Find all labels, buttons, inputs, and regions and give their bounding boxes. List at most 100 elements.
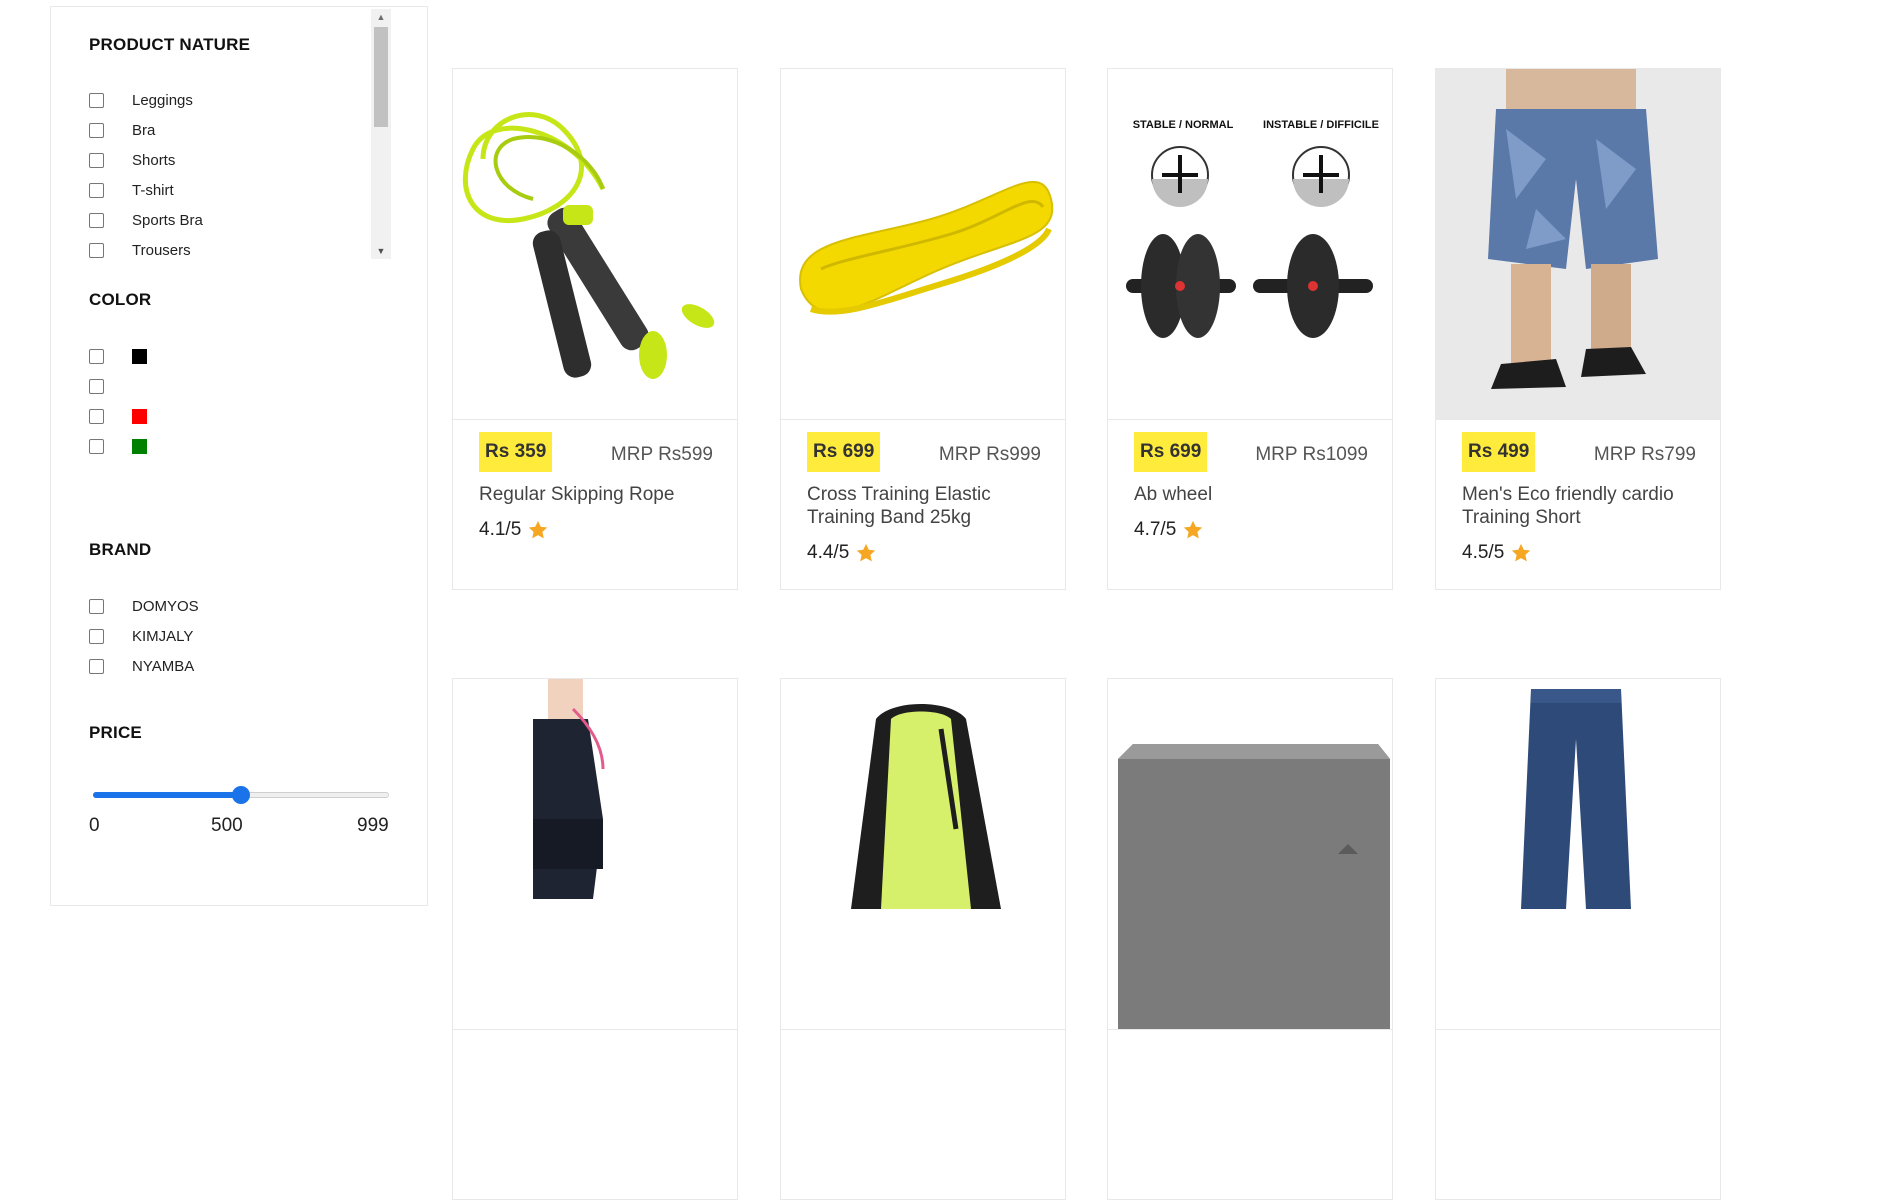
product-card[interactable]: Rs 359 MRP Rs599 Regular Skipping Rope 4… [452, 68, 738, 590]
filter-option-trousers[interactable]: Trousers [89, 235, 203, 261]
filter-option-label: Trousers [132, 241, 191, 259]
product-rating: 4.7/5 [1134, 519, 1204, 541]
sale-price-badge: Rs 499 [1462, 432, 1536, 472]
product-nature-title: PRODUCT NATURE [89, 35, 251, 54]
filter-option-label: Sports Bra [132, 211, 203, 229]
tshirt-checkbox[interactable] [89, 182, 104, 198]
trousers-image[interactable] [1436, 679, 1720, 1030]
color-option-white[interactable] [89, 371, 147, 401]
price-current-label: 500 [211, 815, 243, 836]
image-caption-left: STABLE / NORMAL [1133, 119, 1234, 131]
woman-belt-image[interactable] [453, 679, 737, 1030]
shorts-image[interactable] [1436, 69, 1720, 420]
brand-option-label: NYAMBA [132, 657, 195, 675]
sale-price-badge: Rs 699 [807, 432, 881, 472]
scroll-up-arrow-icon[interactable]: ▲ [371, 9, 391, 25]
rating-value: 4.7/5 [1134, 519, 1177, 540]
sale-price-badge: Rs 699 [1134, 432, 1208, 472]
nyamba-checkbox[interactable] [89, 658, 104, 674]
filter-option-bra[interactable]: Bra [89, 115, 203, 145]
price-max-label: 999 [357, 815, 389, 836]
brand-filter-title: BRAND [89, 540, 152, 559]
rating-value: 4.5/5 [1462, 542, 1505, 563]
filter-sidebar: PRODUCT NATURE Leggings Bra Shorts T-shi… [50, 6, 428, 906]
filter-option-label: Shorts [132, 151, 176, 169]
color-filter-title: COLOR [89, 290, 152, 309]
color-swatch-red [132, 408, 147, 424]
product-card[interactable] [780, 678, 1066, 1200]
mrp-price: MRP Rs599 [610, 444, 713, 465]
product-nature-list: Leggings Bra Shorts T-shirt Sports Bra T… [89, 85, 203, 261]
green-checkbox[interactable] [89, 438, 104, 454]
product-card[interactable]: STABLE / NORMAL INSTABLE / DIFFICILE Rs … [1107, 68, 1393, 590]
bra-checkbox[interactable] [89, 122, 104, 138]
product-rating: 4.4/5 [807, 542, 877, 564]
rating-value: 4.1/5 [479, 519, 522, 540]
white-checkbox[interactable] [89, 378, 104, 394]
color-option-black[interactable] [89, 341, 147, 371]
brand-option-domyos[interactable]: DOMYOS [89, 591, 199, 621]
slider-thumb[interactable] [232, 786, 251, 804]
shorts-checkbox[interactable] [89, 152, 104, 168]
mrp-price: MRP Rs1099 [1255, 444, 1368, 465]
scroll-down-arrow-icon[interactable]: ▼ [371, 243, 391, 259]
image-caption-right: INSTABLE / DIFFICILE [1263, 119, 1379, 131]
kimjaly-checkbox[interactable] [89, 628, 104, 644]
ab-wheel-image[interactable]: STABLE / NORMAL INSTABLE / DIFFICILE [1108, 69, 1392, 420]
price-filter-title: PRICE [89, 723, 142, 742]
leggings-checkbox[interactable] [89, 92, 104, 108]
slider-fill [93, 792, 242, 798]
color-swatch-white [132, 378, 147, 394]
trousers-checkbox[interactable] [89, 242, 104, 258]
product-name[interactable]: Cross Training Elastic Training Band 25k… [807, 483, 1047, 529]
scroll-thumb[interactable] [374, 27, 388, 127]
rating-value: 4.4/5 [807, 542, 850, 563]
filter-option-tshirt[interactable]: T-shirt [89, 175, 203, 205]
mrp-price: MRP Rs799 [1593, 444, 1696, 465]
brand-option-nyamba[interactable]: NYAMBA [89, 651, 199, 681]
star-icon [1512, 543, 1531, 562]
product-card[interactable] [1435, 678, 1721, 1200]
product-card[interactable] [1107, 678, 1393, 1200]
brand-option-kimjaly[interactable]: KIMJALY [89, 621, 199, 651]
drawstring-bag-image[interactable] [781, 679, 1065, 1030]
filter-option-label: Bra [132, 121, 156, 139]
color-filter-list [89, 341, 147, 461]
domyos-checkbox[interactable] [89, 598, 104, 614]
product-name[interactable]: Regular Skipping Rope [479, 483, 719, 506]
yoga-block-image[interactable] [1108, 679, 1392, 1030]
color-option-green[interactable] [89, 431, 147, 461]
product-card[interactable] [452, 678, 738, 1200]
brand-option-label: DOMYOS [132, 597, 199, 615]
product-nature-filter: PRODUCT NATURE Leggings Bra Shorts T-shi… [51, 7, 427, 261]
star-icon [529, 520, 548, 539]
red-checkbox[interactable] [89, 408, 104, 424]
product-nature-scrollbar[interactable]: ▲ ▼ [371, 9, 391, 259]
product-name[interactable]: Ab wheel [1134, 483, 1374, 506]
filter-option-label: Leggings [132, 91, 193, 109]
color-swatch-black [132, 348, 147, 364]
resistance-band-image[interactable] [781, 69, 1065, 420]
color-option-red[interactable] [89, 401, 147, 431]
sale-price-badge: Rs 359 [479, 432, 553, 472]
price-range-slider[interactable] [93, 785, 389, 805]
mrp-price: MRP Rs999 [938, 444, 1041, 465]
product-name[interactable]: Men's Eco friendly cardio Training Short [1462, 483, 1702, 529]
star-icon [1184, 520, 1203, 539]
sports-bra-checkbox[interactable] [89, 212, 104, 228]
star-icon [857, 543, 876, 562]
color-swatch-green [132, 438, 147, 454]
product-rating: 4.5/5 [1462, 542, 1532, 564]
product-card[interactable]: Rs 699 MRP Rs999 Cross Training Elastic … [780, 68, 1066, 590]
filter-option-sports-bra[interactable]: Sports Bra [89, 205, 203, 235]
price-min-label: 0 [89, 815, 100, 836]
product-rating: 4.1/5 [479, 519, 549, 541]
brand-filter-list: DOMYOS KIMJALY NYAMBA [89, 591, 199, 681]
product-card[interactable]: Rs 499 MRP Rs799 Men's Eco friendly card… [1435, 68, 1721, 590]
filter-option-leggings[interactable]: Leggings [89, 85, 203, 115]
filter-option-label: T-shirt [132, 181, 174, 199]
skipping-rope-image[interactable] [453, 69, 737, 420]
brand-option-label: KIMJALY [132, 627, 194, 645]
filter-option-shorts[interactable]: Shorts [89, 145, 203, 175]
black-checkbox[interactable] [89, 348, 104, 364]
